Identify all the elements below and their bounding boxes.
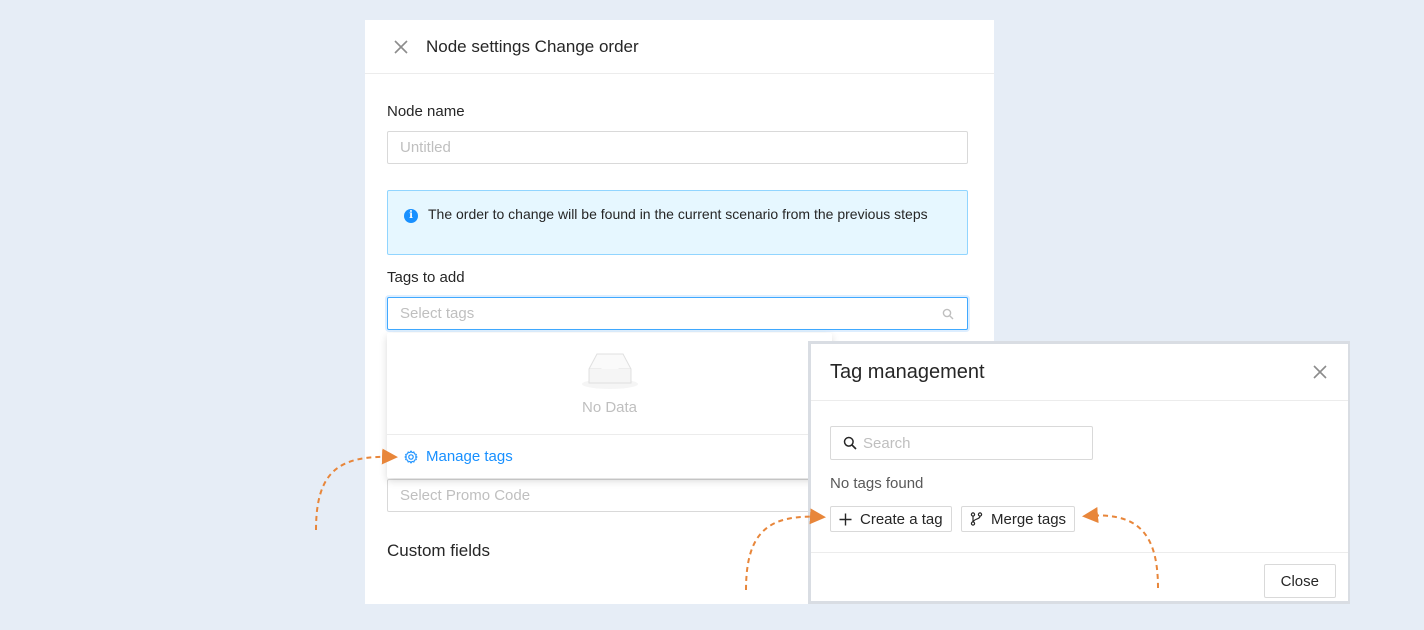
empty-inbox-icon <box>581 353 638 389</box>
tag-search-input[interactable] <box>863 434 1083 452</box>
tag-search[interactable] <box>830 426 1093 460</box>
node-name-input[interactable] <box>387 131 968 164</box>
plus-icon <box>839 513 852 525</box>
merge-tags-button[interactable]: Merge tags <box>961 506 1076 532</box>
tags-to-add-label: Tags to add <box>387 269 465 286</box>
custom-fields-title: Custom fields <box>387 541 490 560</box>
manage-tags-link[interactable]: Manage tags <box>404 448 513 465</box>
modal-header: Tag management <box>811 344 1348 401</box>
empty-state: No Data <box>387 351 832 416</box>
gear-icon <box>404 449 418 464</box>
close-panel-button[interactable] <box>391 37 411 57</box>
no-tags-text: No tags found <box>830 475 924 492</box>
tags-select[interactable] <box>387 297 968 330</box>
manage-tags-label: Manage tags <box>426 448 513 465</box>
panel-header: Node settings Change order <box>365 20 994 74</box>
info-icon: i <box>404 209 418 223</box>
info-message: The order to change will be found in the… <box>428 206 928 222</box>
modal-title: Tag management <box>830 360 985 383</box>
empty-text: No Data <box>581 399 638 416</box>
info-alert: i The order to change will be found in t… <box>387 190 968 255</box>
search-icon <box>843 436 857 450</box>
create-tag-label: Create a tag <box>860 510 943 528</box>
tag-management-modal: Tag management No tags found Create a ta… <box>808 341 1350 604</box>
merge-icon <box>970 512 983 526</box>
create-tag-button[interactable]: Create a tag <box>830 506 952 532</box>
panel-title: Node settings Change order <box>426 36 639 56</box>
close-icon <box>394 39 408 54</box>
node-name-label: Node name <box>387 103 465 120</box>
tags-select-input[interactable] <box>387 297 968 330</box>
close-button[interactable]: Close <box>1263 564 1336 598</box>
modal-footer: Close <box>811 552 1348 604</box>
search-icon <box>942 308 954 320</box>
dropdown-footer: Manage tags <box>387 434 832 478</box>
close-modal-button[interactable] <box>1310 362 1330 382</box>
close-icon <box>1313 365 1327 379</box>
merge-tags-label: Merge tags <box>991 510 1067 528</box>
tags-dropdown: No Data Manage tags <box>387 333 832 478</box>
